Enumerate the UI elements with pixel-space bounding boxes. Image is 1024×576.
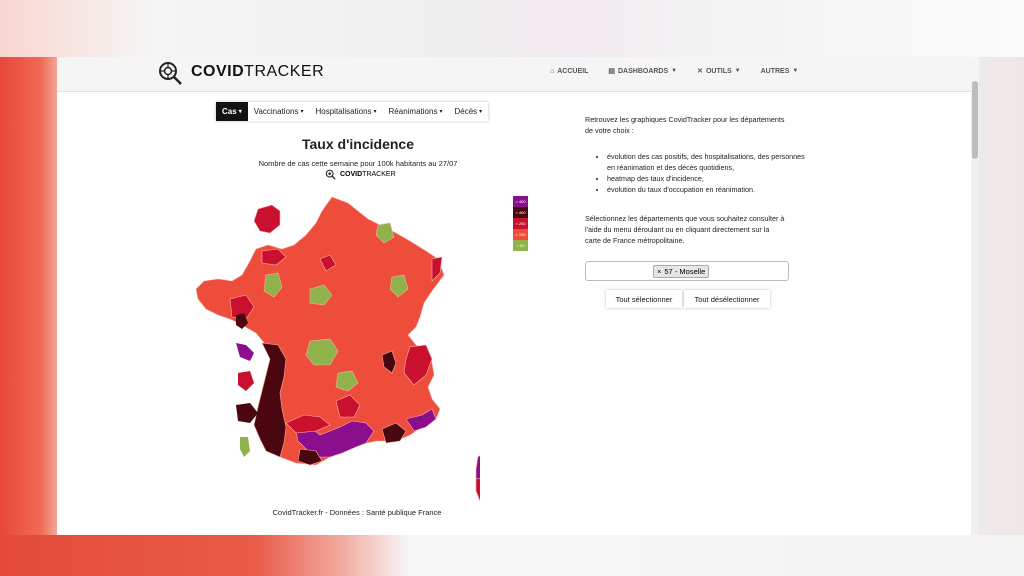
nav-outils[interactable]: ✕ OUTILS ▼ <box>697 67 741 76</box>
legend-item-1: > 400 <box>513 196 528 207</box>
list-item: heatmap des taux d'incidence, <box>607 173 807 184</box>
legend-item-5: < 50 <box>513 240 528 251</box>
tab-hospitalisations[interactable]: Hospitalisations ▾ <box>309 102 382 121</box>
caret-down-icon: ▼ <box>792 68 799 74</box>
panel-select-instructions: Sélectionnez les départements que vous s… <box>585 214 785 245</box>
chip-label: 57 - Moselle <box>664 267 706 276</box>
map-legend: > 400 < 400 < 250 < 150 < 50 <box>513 196 528 251</box>
scrollbar-thumb[interactable] <box>972 81 978 159</box>
nav-accueil[interactable]: ⌂ ACCUEIL <box>550 67 588 75</box>
list-item: évolution du taux d'occupation en réanim… <box>607 184 807 195</box>
legend-item-4: < 150 <box>513 229 528 240</box>
background-blur-top <box>0 0 1024 57</box>
metric-tabs: Cas ▾ Vaccinations ▾ Hospitalisations ▾ Réa… <box>216 102 489 121</box>
virus-magnifier-icon <box>325 169 336 180</box>
nav-dashboards[interactable]: ▤ DASHBOARDS ▼ <box>608 67 678 76</box>
virus-magnifier-icon[interactable] <box>157 60 183 86</box>
caret-down-icon: ▾ <box>439 109 443 115</box>
chip-remove-icon[interactable]: × <box>657 267 661 276</box>
legend-item-2: < 400 <box>513 207 528 218</box>
panel-bullets: évolution des cas positifs, des hospital… <box>597 151 807 195</box>
department-select[interactable]: × 57 - Moselle <box>585 261 789 281</box>
navbar: COVIDTRACKER ⌂ ACCUEIL ▤ DASHBOARDS ▼ ✕ … <box>57 57 979 92</box>
corsica-south-red[interactable] <box>475 477 480 502</box>
legend-item-3: < 250 <box>513 218 528 229</box>
overseas-guyane[interactable] <box>238 371 254 391</box>
background-blur-bottom <box>0 535 1024 576</box>
tools-icon: ✕ <box>697 68 703 75</box>
brand-name[interactable]: COVIDTRACKER <box>191 63 324 81</box>
caret-down-icon: ▾ <box>238 109 242 115</box>
panel-intro: Retrouvez les graphiques CovidTracker po… <box>585 115 785 135</box>
select-all-button[interactable]: Tout sélectionner <box>606 290 682 308</box>
caret-down-icon: ▼ <box>734 68 741 74</box>
overseas-reunion[interactable] <box>236 403 258 423</box>
caret-down-icon: ▾ <box>373 109 377 115</box>
overseas-mayotte[interactable] <box>240 437 250 457</box>
france-departments-map[interactable] <box>170 195 480 505</box>
tab-cas[interactable]: Cas ▾ <box>216 102 248 121</box>
map-watermark-logo: COVIDTRACKER <box>325 169 396 180</box>
caret-down-icon: ▾ <box>300 109 304 115</box>
home-icon: ⌂ <box>550 67 555 75</box>
selected-department-chip: × 57 - Moselle <box>653 265 710 278</box>
tab-vaccinations[interactable]: Vaccinations ▾ <box>248 102 310 121</box>
map-title: Taux d'incidence <box>302 136 414 152</box>
caret-down-icon: ▾ <box>479 109 483 115</box>
tab-reanimations[interactable]: Réanimations ▾ <box>383 102 449 121</box>
nav-links: ⌂ ACCUEIL ▤ DASHBOARDS ▼ ✕ OUTILS ▼ AUTR… <box>550 67 799 76</box>
caret-down-icon: ▼ <box>671 68 678 74</box>
browser-window: COVIDTRACKER ⌂ ACCUEIL ▤ DASHBOARDS ▼ ✕ … <box>57 57 979 535</box>
tab-deces[interactable]: Décès ▾ <box>448 102 488 121</box>
list-item: évolution des cas positifs, des hospital… <box>607 151 807 173</box>
scrollbar[interactable] <box>971 81 979 535</box>
chart-icon: ▤ <box>608 68 615 75</box>
deselect-all-button[interactable]: Tout désélectionner <box>684 290 770 308</box>
map-subtitle: Nombre de cas cette semaine pour 100k ha… <box>258 159 458 168</box>
overseas-top-red[interactable] <box>253 204 281 234</box>
nav-autres[interactable]: AUTRES ▼ <box>761 67 799 75</box>
overseas-martinique[interactable] <box>236 343 254 361</box>
map-source-footer: CovidTracker.fr - Données : Santé publiq… <box>272 508 442 517</box>
